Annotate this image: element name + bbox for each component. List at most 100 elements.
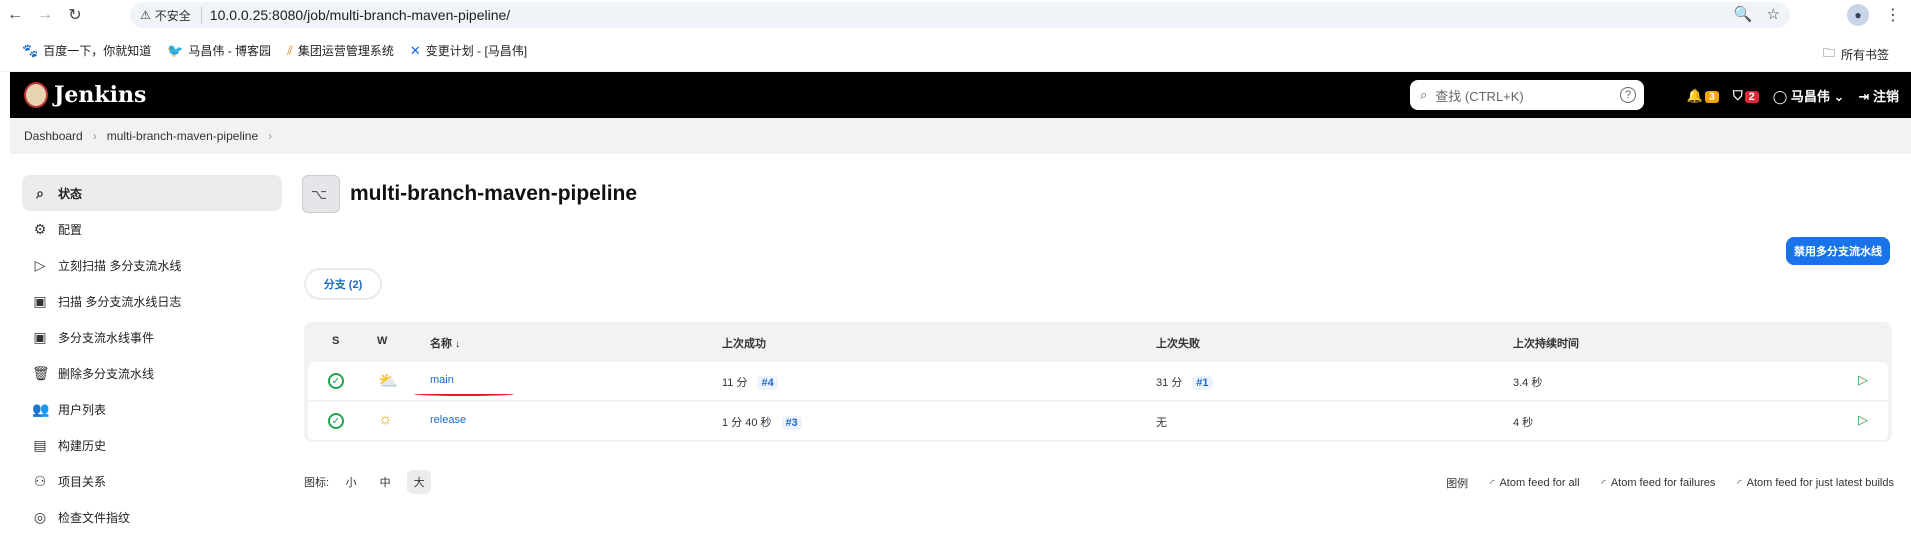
cloud-sun-icon: ⛅	[378, 373, 398, 390]
relation-icon: ⚇	[33, 472, 47, 489]
disable-pipeline-button[interactable]: 禁用多分支流水线	[1786, 237, 1890, 265]
system-icon: ⫽	[287, 42, 293, 58]
history-icon: ▤	[33, 436, 47, 453]
col-status[interactable]: S	[332, 335, 339, 347]
logout-button[interactable]: ⇥ 注销	[1858, 86, 1899, 105]
terminal-icon: ▣	[33, 328, 47, 345]
trash-icon: 🗑	[32, 364, 50, 381]
success-status-icon: ✓	[328, 373, 344, 389]
back-icon[interactable]: ←	[0, 0, 30, 30]
help-icon[interactable]: ?	[1620, 87, 1636, 103]
branch-link[interactable]: release	[430, 414, 466, 426]
sidebar-item-events[interactable]: ▣ 多分支流水线事件	[22, 319, 282, 355]
rss-icon: ◜	[1601, 477, 1606, 490]
forward-icon[interactable]: →	[30, 0, 60, 30]
icon-size-label: 图标:	[304, 477, 330, 489]
search-icon: ⌕	[1420, 87, 1428, 102]
notifications-button[interactable]: 🔔 3	[1687, 88, 1719, 104]
zoom-icon[interactable]: 🔍	[1734, 5, 1753, 23]
breadcrumb-dashboard[interactable]: Dashboard	[24, 129, 83, 143]
feed-all-link[interactable]: ◜ Atom feed for all	[1490, 475, 1579, 491]
reload-icon[interactable]: ↻	[60, 0, 90, 30]
insecure-indicator[interactable]: ⚠ 不安全	[140, 6, 202, 24]
shield-icon: ⛉	[1732, 87, 1743, 103]
terminal-icon: ▣	[33, 292, 47, 309]
feed-failures-link[interactable]: ◜ Atom feed for failures	[1602, 475, 1716, 491]
col-weather[interactable]: W	[377, 335, 387, 347]
more-menu-icon[interactable]: ⋮	[1885, 5, 1901, 25]
address-bar[interactable]: ⚠ 不安全 10.0.0.25:8080/job/multi-branch-ma…	[130, 2, 1790, 28]
sidebar-item-scan-log[interactable]: ▣ 扫描 多分支流水线日志	[22, 283, 282, 319]
sidebar-item-relations[interactable]: ⚇ 项目关系	[22, 463, 282, 499]
sidebar-item-delete[interactable]: 🗑 删除多分支流水线	[22, 355, 282, 391]
search-placeholder: 查找 (CTRL+K)	[1435, 88, 1524, 104]
icon-size-small[interactable]: 小	[339, 470, 363, 494]
search-input[interactable]: ⌕ 查找 (CTRL+K) ?	[1410, 80, 1644, 110]
bookmark-item[interactable]: 🐾 百度一下，你就知道	[22, 42, 151, 59]
tab-branches[interactable]: 分支 (2)	[306, 270, 380, 298]
col-last-success[interactable]: 上次成功	[722, 335, 766, 351]
legend-link[interactable]: 图例	[1446, 475, 1468, 491]
cnblogs-icon: 🐦	[167, 42, 184, 58]
bookmarks-bar: 🐾 百度一下，你就知道 🐦 马昌伟 - 博客园 ⫽ 集团运营管理系统 ✕ 变更计…	[0, 30, 1911, 72]
col-last-failure[interactable]: 上次失败	[1156, 335, 1200, 351]
notifications-badge: 3	[1704, 90, 1719, 103]
sidebar-item-scan-now[interactable]: ▷ 立刻扫描 多分支流水线	[22, 247, 282, 283]
table-row: ✓ ⛅ main 11 分 #4 31 分 #1 3.4 秒 ▷	[308, 362, 1888, 400]
last-failure-cell: 31 分 #1	[1156, 374, 1213, 390]
bookmark-item[interactable]: ✕ 变更计划 - [马昌伟]	[410, 42, 527, 59]
browser-toolbar: ← → ↻ ⚠ 不安全 10.0.0.25:8080/job/multi-bra…	[0, 0, 1911, 30]
chevron-right-icon[interactable]: ›	[268, 129, 272, 143]
table-footer: 图标: 小 中 大 图例 ◜ Atom feed for all ◜ Atom fe…	[304, 470, 1894, 496]
url-text[interactable]: 10.0.0.25:8080/job/multi-branch-maven-pi…	[210, 7, 510, 23]
fingerprint-icon: ◎	[33, 508, 47, 525]
desktop-edge	[0, 72, 10, 546]
last-success-cell: 11 分 #4	[722, 374, 778, 390]
jenkins-butler-icon	[24, 82, 48, 108]
folder-icon: 🗀	[1822, 46, 1835, 60]
bookmark-item[interactable]: ⫽ 集团运营管理系统	[287, 42, 394, 59]
build-play-icon[interactable]: ▷	[1858, 412, 1868, 428]
baidu-icon: 🐾	[22, 42, 39, 58]
star-icon[interactable]: ☆	[1767, 5, 1780, 23]
run-link[interactable]: #1	[1192, 376, 1213, 390]
logout-icon: ⇥	[1858, 89, 1870, 104]
branches-table: S W 名称 ↓ 上次成功 上次失败 上次持续时间 ✓ ⛅ main 11 分 #…	[304, 322, 1892, 442]
col-last-duration[interactable]: 上次持续时间	[1513, 335, 1579, 351]
sidebar-item-fingerprint[interactable]: ◎ 检查文件指纹	[22, 499, 282, 535]
user-menu[interactable]: ◯ 马昌伟 ⌄	[1773, 86, 1845, 105]
run-link[interactable]: #4	[757, 376, 778, 390]
user-icon: ◯	[1772, 89, 1788, 104]
breadcrumb-job[interactable]: multi-branch-maven-pipeline	[107, 129, 258, 143]
run-link[interactable]: #3	[781, 416, 802, 430]
security-button[interactable]: ⛉ 2	[1733, 88, 1759, 104]
build-play-icon[interactable]: ▷	[1858, 372, 1868, 388]
rss-icon: ◜	[1490, 477, 1495, 490]
chevron-right-icon: ›	[92, 129, 97, 143]
bell-icon: 🔔	[1686, 87, 1703, 103]
last-success-cell: 1 分 40 秒 #3	[722, 414, 802, 430]
feed-latest-link[interactable]: ◜ Atom feed for just latest builds	[1737, 475, 1894, 491]
table-row: ✓ ☼ release 1 分 40 秒 #3 无 4 秒 ▷	[308, 402, 1888, 440]
bookmark-item[interactable]: 🐦 马昌伟 - 博客园	[167, 42, 271, 59]
sidebar-item-status[interactable]: ⌕ 状态	[22, 175, 282, 211]
sidebar-item-history[interactable]: ▤ 构建历史	[22, 427, 282, 463]
gear-icon: ⚙	[33, 220, 47, 237]
sidebar-item-configure[interactable]: ⚙ 配置	[22, 211, 282, 247]
icon-size-medium[interactable]: 中	[373, 470, 397, 494]
insecure-label: 不安全	[154, 8, 191, 23]
table-header: S W 名称 ↓ 上次成功 上次失败 上次持续时间	[304, 322, 1892, 360]
rss-icon: ◜	[1737, 477, 1742, 490]
sidebar-item-users[interactable]: 👥 用户列表	[22, 391, 282, 427]
feeds: 图例 ◜ Atom feed for all ◜ Atom feed for fai…	[1446, 475, 1894, 491]
user-name: 马昌伟	[1790, 89, 1830, 104]
col-name[interactable]: 名称 ↓	[430, 335, 461, 351]
all-bookmarks[interactable]: 🗀 所有书签	[1823, 44, 1889, 65]
duration-cell: 4 秒	[1513, 417, 1534, 429]
brand-name: Jenkins	[54, 82, 147, 108]
profile-avatar[interactable]: ●	[1847, 4, 1869, 26]
jenkins-logo[interactable]: Jenkins	[24, 82, 146, 108]
icon-size-large[interactable]: 大	[407, 470, 432, 494]
confluence-icon: ✕	[409, 42, 421, 58]
branch-link[interactable]: main	[430, 374, 454, 386]
